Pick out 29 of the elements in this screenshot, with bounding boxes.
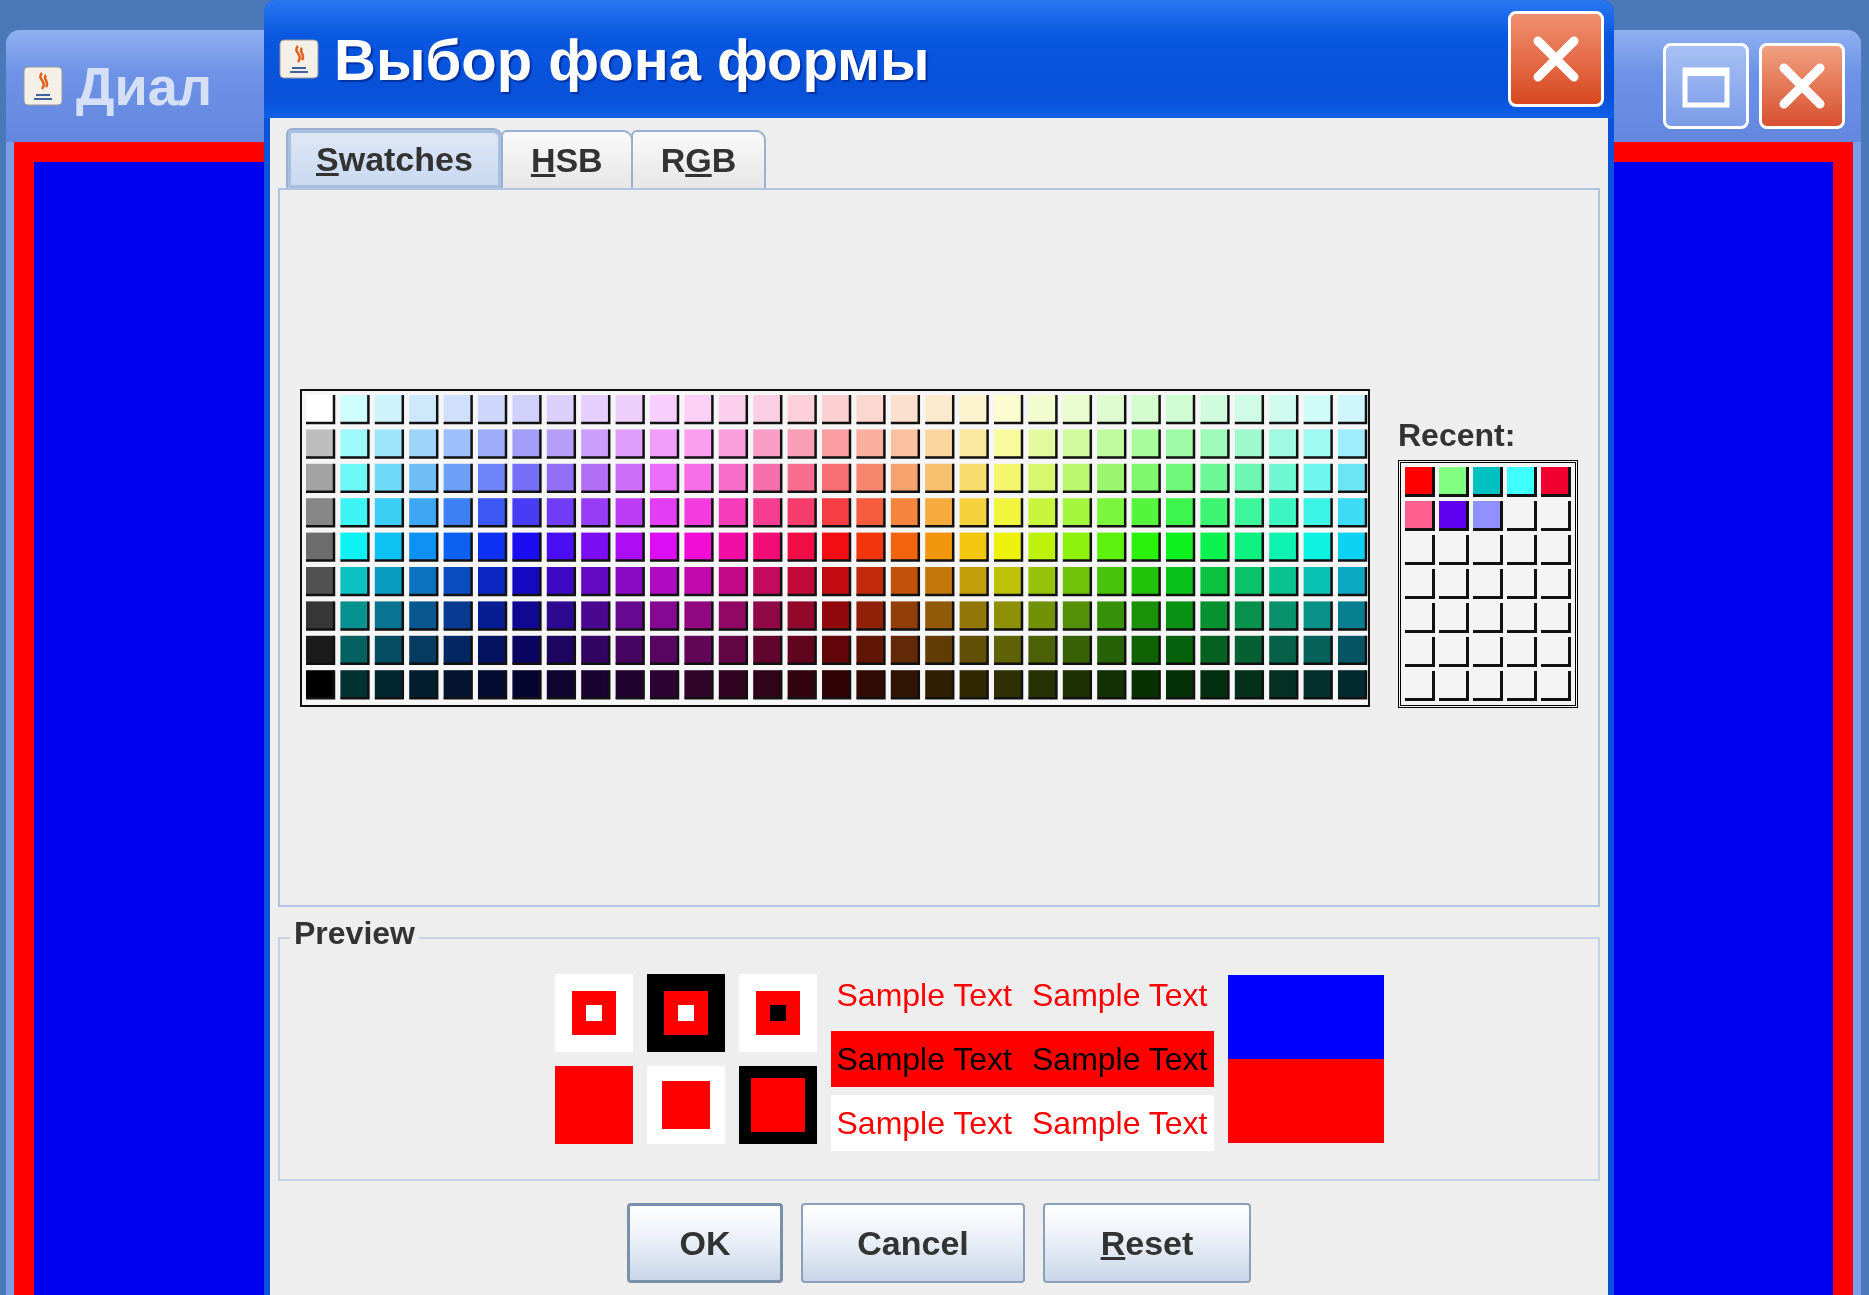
sample-text: Sample Text <box>836 1104 1012 1142</box>
recent-swatch[interactable] <box>1541 467 1571 497</box>
recent-swatch[interactable] <box>1405 467 1435 497</box>
tab[interactable]: Swatches <box>286 128 503 188</box>
tab[interactable]: RGB <box>630 130 767 188</box>
java-icon <box>278 38 320 80</box>
recent-label: Recent: <box>1398 417 1517 454</box>
recent-swatch[interactable] <box>1439 467 1469 497</box>
sample-text: Sample Text <box>1032 976 1208 1014</box>
sample-text: Sample Text <box>836 1040 1012 1078</box>
dialog-title: Выбор фона формы <box>334 25 930 93</box>
sample-text: Sample Text <box>1032 1040 1208 1078</box>
recent-swatch[interactable] <box>1473 501 1503 531</box>
tab[interactable]: HSB <box>500 130 633 188</box>
java-icon <box>22 65 64 107</box>
recent-swatch[interactable] <box>1507 467 1537 497</box>
recent-swatch[interactable] <box>1473 467 1503 497</box>
dialog-button[interactable]: Cancel <box>801 1203 1025 1283</box>
recent-swatch[interactable] <box>1439 501 1469 531</box>
maximize-button[interactable] <box>1663 43 1749 129</box>
dialog-button[interactable]: Reset <box>1043 1203 1251 1283</box>
window-title: Диал <box>76 55 212 117</box>
recent-swatch[interactable] <box>1405 501 1435 531</box>
close-button[interactable] <box>1759 43 1845 129</box>
close-button[interactable] <box>1508 11 1604 107</box>
sample-text: Sample Text <box>1032 1104 1208 1142</box>
dialog-button[interactable]: OK <box>627 1203 783 1283</box>
sample-text: Sample Text <box>836 976 1012 1014</box>
swatch-palette[interactable] <box>300 388 1370 707</box>
